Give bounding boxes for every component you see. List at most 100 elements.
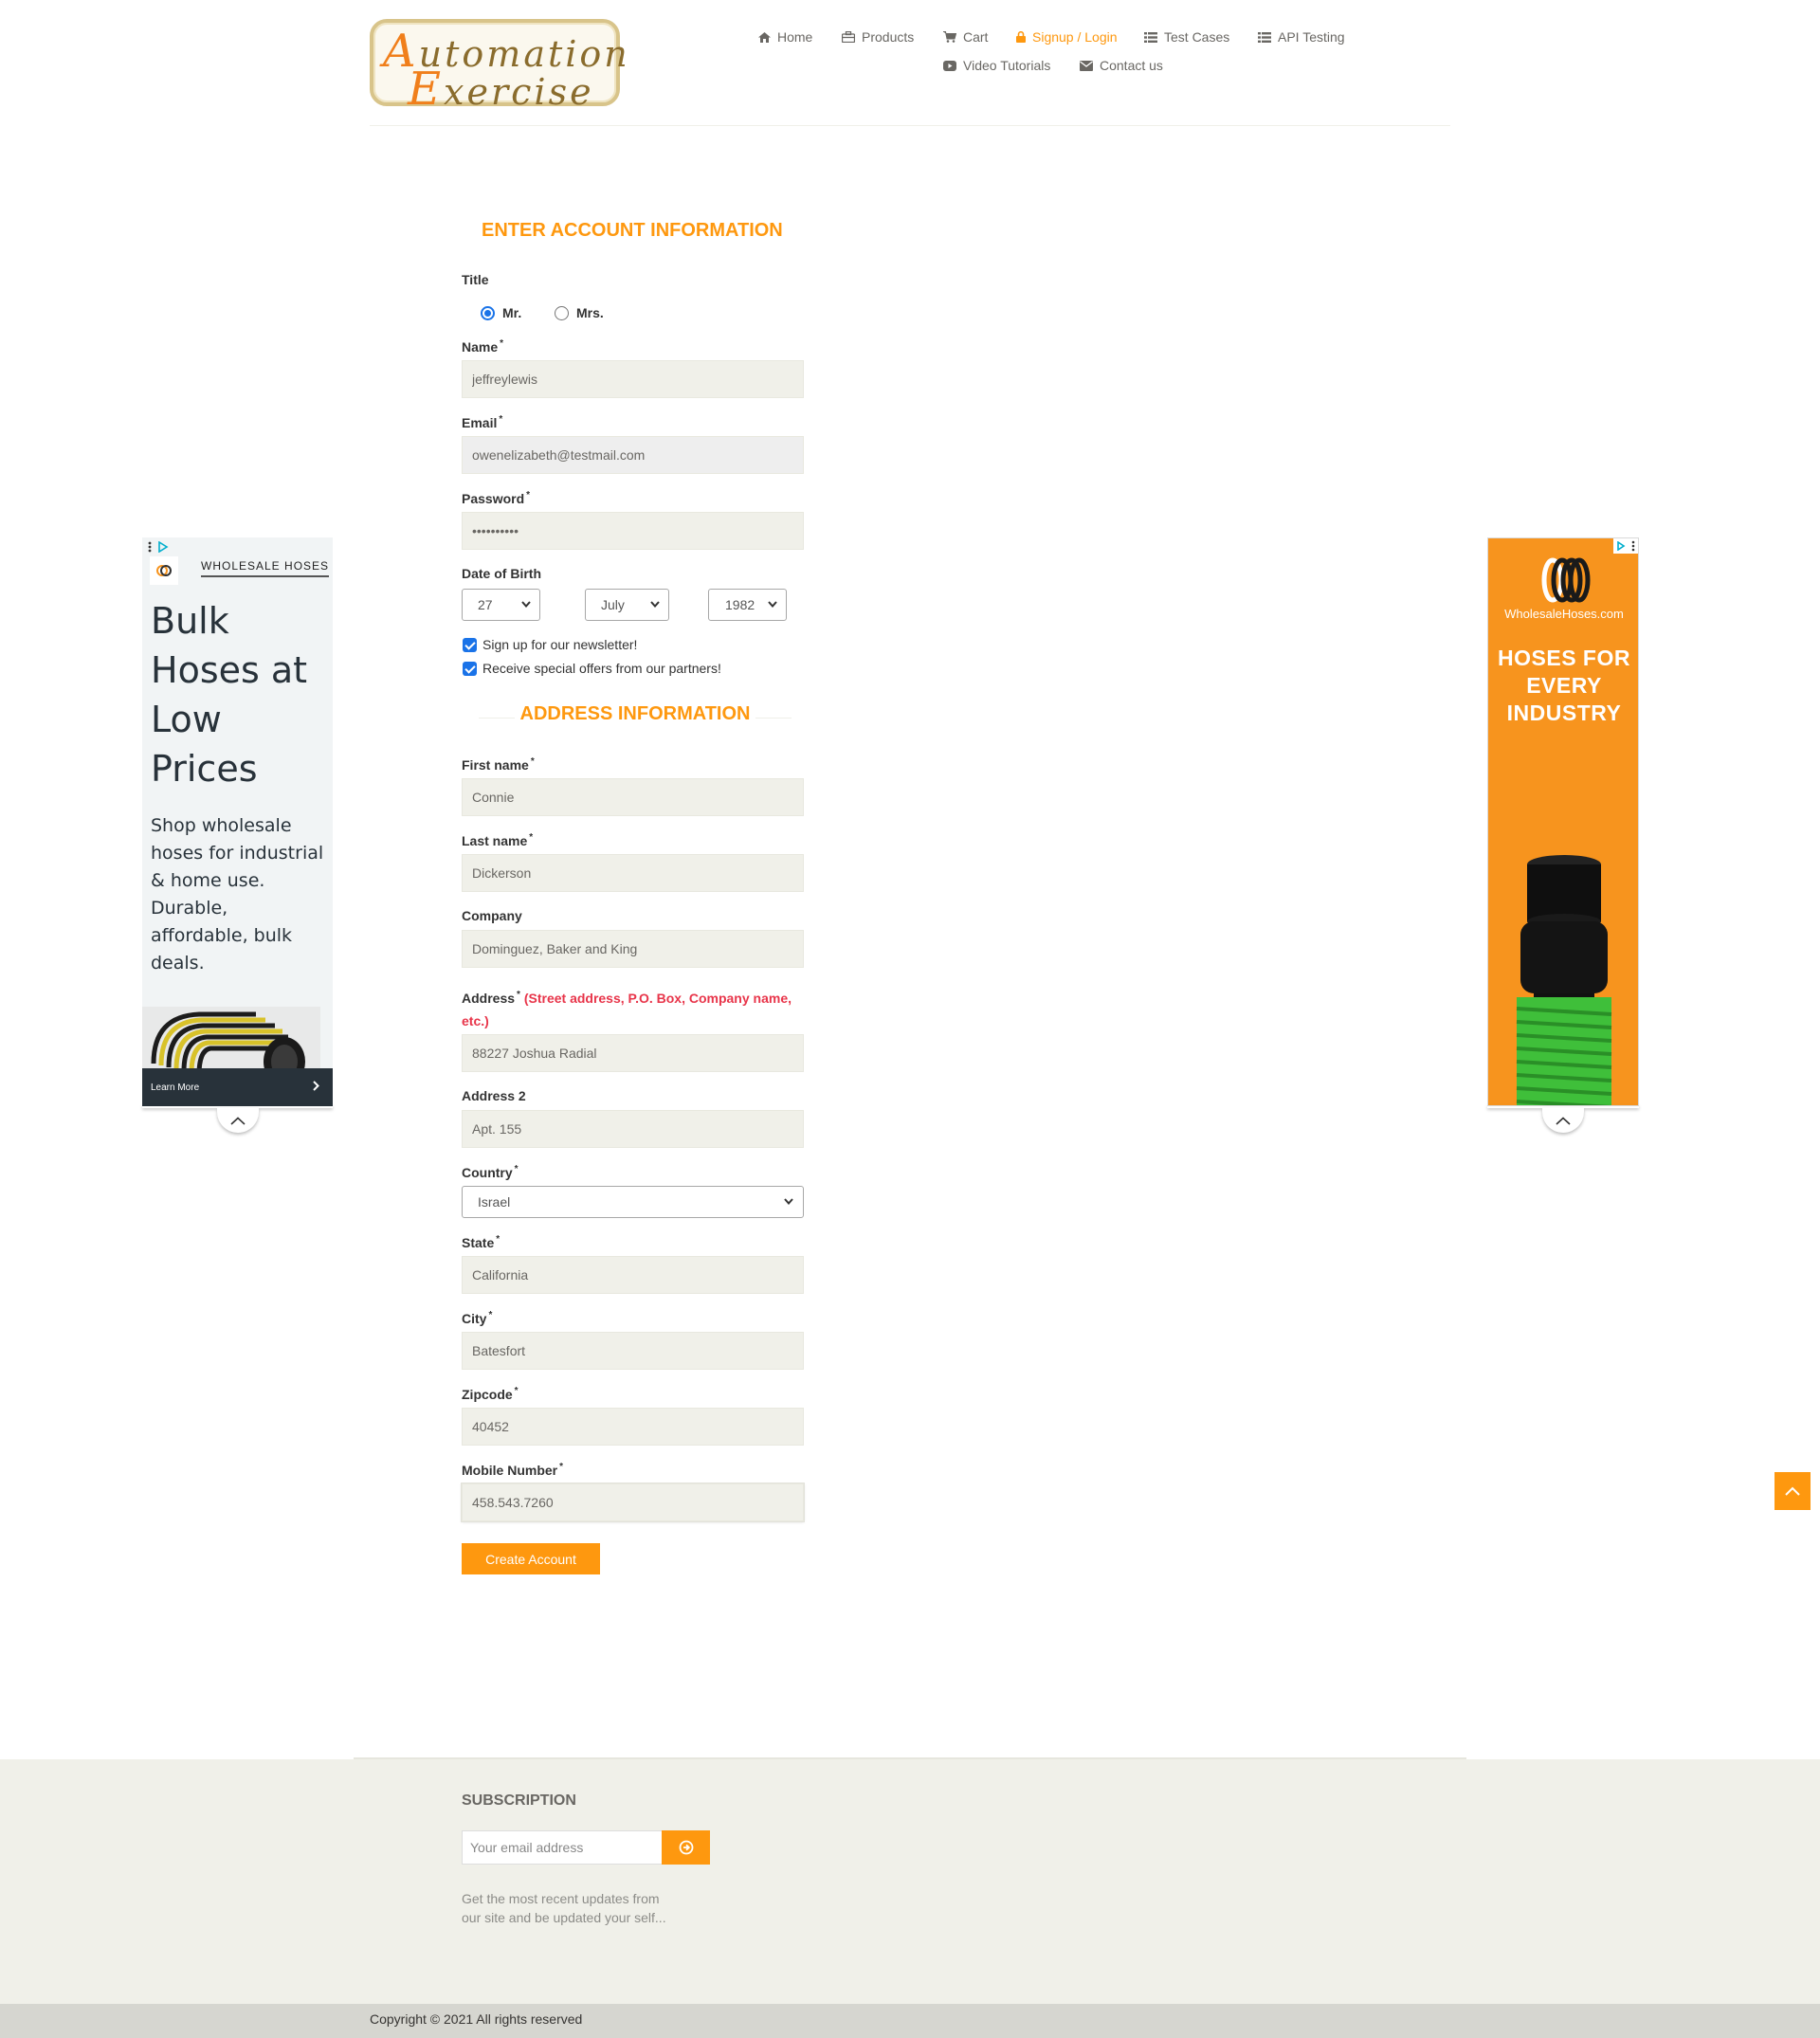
copyright-bar <box>0 2004 1820 2038</box>
nav-api-testing[interactable]: API Testing <box>1258 29 1345 45</box>
create-account-button[interactable]: Create Account <box>462 1543 600 1574</box>
radio-button-checked[interactable] <box>481 305 495 320</box>
offers-checkbox[interactable]: Receive special offers from our partners… <box>463 661 721 676</box>
chevron-down-icon <box>521 601 531 608</box>
youtube-icon <box>943 60 956 71</box>
nav-home[interactable]: Home <box>758 29 812 45</box>
mobile-input[interactable] <box>462 1483 804 1521</box>
title-mrs-label: Mrs. <box>576 305 604 320</box>
radio-button-unchecked[interactable] <box>555 305 569 320</box>
dob-day-select[interactable]: 27 <box>462 589 540 621</box>
dob-month-value: July <box>601 597 625 612</box>
address-section-title: ADDRESS INFORMATION <box>519 703 751 724</box>
subscription-title: SUBSCRIPTION <box>462 1792 576 1809</box>
address-input[interactable] <box>462 1034 804 1072</box>
company-label: Company <box>462 908 522 923</box>
email-input[interactable] <box>462 436 804 474</box>
nav-video-tutorials[interactable]: Video Tutorials <box>943 58 1050 73</box>
nav-signup-login[interactable]: Signup / Login <box>1016 29 1118 45</box>
dob-day-value: 27 <box>478 597 493 612</box>
title-mrs-radio[interactable]: Mrs. <box>555 305 604 320</box>
chevron-down-icon <box>768 601 777 608</box>
newsletter-checkbox[interactable]: Sign up for our newsletter! <box>463 637 637 652</box>
chevron-up-icon <box>230 1116 246 1125</box>
checkbox-checked[interactable] <box>463 637 477 652</box>
brand-logo-icon <box>150 556 178 585</box>
city-input[interactable] <box>462 1332 804 1370</box>
collapse-ad-button[interactable] <box>217 1108 259 1133</box>
dob-year-select[interactable]: 1982 <box>708 589 787 621</box>
ad-site-name: WholesaleHoses.com <box>1504 607 1624 621</box>
brand-logo-icon <box>1541 557 1591 603</box>
address-label: Address * (Street address, P.O. Box, Comp… <box>462 990 792 1028</box>
nav-products[interactable]: Products <box>842 29 914 45</box>
chevron-right-icon <box>313 1081 319 1091</box>
dob-month-select[interactable]: July <box>585 589 669 621</box>
collapse-ad-button[interactable] <box>1542 1108 1584 1133</box>
first-name-input[interactable] <box>462 778 804 816</box>
dob-label: Date of Birth <box>462 566 541 581</box>
checkbox-checked[interactable] <box>463 661 477 676</box>
name-input[interactable] <box>462 360 804 398</box>
subscribe-button[interactable] <box>662 1830 710 1865</box>
copyright-text: Copyright © 2021 All rights reserved <box>370 2011 583 2027</box>
chevron-up-icon <box>1785 1486 1800 1496</box>
password-label: Password * <box>462 490 531 506</box>
password-input[interactable] <box>462 512 804 550</box>
right-ad-banner[interactable]: WholesaleHoses.com HOSES FOR EVERY INDUS… <box>1487 537 1639 1106</box>
mobile-label: Mobile Number * <box>462 1462 564 1478</box>
list-icon <box>1258 31 1271 43</box>
state-input[interactable] <box>462 1256 804 1294</box>
nav-products-label: Products <box>862 29 915 45</box>
first-name-label: First name * <box>462 756 535 773</box>
scroll-to-top-button[interactable] <box>1774 1472 1811 1510</box>
chevron-down-icon <box>784 1198 793 1205</box>
nav-test-cases[interactable]: Test Cases <box>1144 29 1229 45</box>
adchoices-icon[interactable] <box>157 541 169 553</box>
chevron-down-icon <box>650 601 660 608</box>
learn-more-button[interactable]: Learn More <box>142 1068 333 1106</box>
address2-label: Address 2 <box>462 1088 526 1103</box>
nav-cart[interactable]: Cart <box>943 29 988 45</box>
offers-label: Receive special offers from our partners… <box>482 661 721 676</box>
more-options-icon[interactable] <box>148 541 152 553</box>
zipcode-label: Zipcode * <box>462 1386 519 1402</box>
nav-contact-us[interactable]: Contact us <box>1080 58 1163 73</box>
main-nav: Home Products Cart Signup / Login Test C… <box>0 29 1820 86</box>
ad-headline: Bulk Hoses at Low Prices <box>151 600 308 790</box>
ad-controls <box>148 541 169 553</box>
country-select[interactable]: Israel <box>462 1186 804 1218</box>
zipcode-input[interactable] <box>462 1408 804 1446</box>
last-name-input[interactable] <box>462 854 804 892</box>
email-label: Email * <box>462 414 503 430</box>
footer-divider <box>354 1757 1466 1759</box>
country-label: Country * <box>462 1164 519 1180</box>
state-label: State * <box>462 1234 500 1250</box>
footer <box>0 1759 1820 2004</box>
title-label: Title <box>462 272 489 287</box>
nav-video-tutorials-label: Video Tutorials <box>963 58 1051 73</box>
name-label: Name * <box>462 338 504 355</box>
subscription-email-input[interactable] <box>462 1830 663 1865</box>
last-name-label: Last name * <box>462 832 534 848</box>
nav-signup-login-label: Signup / Login <box>1032 29 1118 45</box>
title-mr-radio[interactable]: Mr. <box>481 305 521 320</box>
company-input[interactable] <box>462 930 804 968</box>
ad-controls <box>1613 538 1638 554</box>
country-value: Israel <box>478 1194 511 1210</box>
left-ad-banner[interactable]: WHOLESALE HOSES Bulk Hoses at Low Prices… <box>142 537 333 1106</box>
more-options-icon[interactable] <box>1629 538 1638 554</box>
adchoices-icon[interactable] <box>1613 538 1629 554</box>
nav-contact-us-label: Contact us <box>1100 58 1163 73</box>
subscription-description: Get the most recent updates from our sit… <box>462 1891 666 1925</box>
nav-api-testing-label: API Testing <box>1278 29 1345 45</box>
address2-input[interactable] <box>462 1110 804 1148</box>
envelope-icon <box>1080 60 1093 71</box>
home-icon <box>758 31 771 43</box>
hose-image <box>1516 855 1612 1105</box>
ad-tagline: HOSES FOR EVERY INDUSTRY <box>1498 646 1630 725</box>
nav-cart-label: Cart <box>963 29 989 45</box>
nav-home-label: Home <box>777 29 813 45</box>
ad-body: Shop wholesale hoses for industrial & ho… <box>151 815 324 974</box>
title-mr-label: Mr. <box>502 305 522 320</box>
